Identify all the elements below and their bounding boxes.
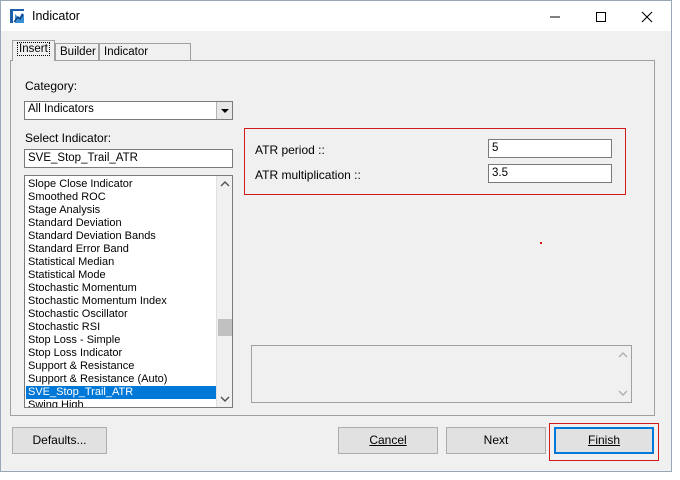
list-item[interactable]: Smoothed ROC: [26, 191, 217, 204]
indicator-list-scrollbar[interactable]: [216, 176, 232, 407]
select-indicator-input[interactable]: SVE_Stop_Trail_ATR: [24, 149, 233, 168]
app-icon: [9, 8, 25, 24]
list-item[interactable]: Standard Error Band: [26, 243, 217, 256]
maximize-icon: [596, 12, 606, 22]
tab-builder-label: Builder: [60, 46, 96, 58]
category-label: Category:: [25, 79, 78, 93]
indicator-list[interactable]: Slope Close Indicator Smoothed ROC Stage…: [24, 175, 233, 408]
list-item[interactable]: Stop Loss - Simple: [26, 334, 217, 347]
minimize-button[interactable]: [532, 1, 578, 31]
atr-multiplication-value: 3.5: [492, 167, 508, 179]
chevron-up-icon[interactable]: [220, 180, 230, 188]
tab-indicator-toolbar[interactable]: Indicator Toolbar: [99, 43, 191, 74]
list-item[interactable]: Support & Resistance (Auto): [26, 373, 217, 386]
minimize-icon: [550, 16, 560, 18]
atr-period-input[interactable]: 5: [488, 139, 612, 158]
list-item[interactable]: Stochastic RSI: [26, 321, 217, 334]
cancel-button[interactable]: Cancel: [338, 427, 438, 454]
chevron-down-icon[interactable]: [220, 395, 230, 403]
atr-multiplication-input[interactable]: 3.5: [488, 164, 612, 183]
list-item[interactable]: Standard Deviation: [26, 217, 217, 230]
list-item[interactable]: Standard Deviation Bands: [26, 230, 217, 243]
list-item[interactable]: Statistical Median: [26, 256, 217, 269]
description-scrollbar[interactable]: [615, 346, 631, 402]
atr-period-value: 5: [492, 142, 499, 154]
marker-dot: [540, 242, 542, 244]
description-box[interactable]: [251, 345, 632, 403]
close-icon: [641, 11, 653, 23]
chevron-down-icon[interactable]: [618, 389, 628, 397]
tab-builder[interactable]: Builder: [55, 43, 99, 61]
indicator-dialog: Indicator Insert Builder Indicator Toolb…: [0, 0, 672, 472]
title-bar[interactable]: Indicator: [1, 1, 671, 31]
finish-button[interactable]: Finish: [554, 427, 654, 454]
atr-multiplication-label: ATR multiplication ::: [255, 168, 361, 182]
select-indicator-label: Select Indicator:: [25, 131, 112, 145]
scroll-thumb[interactable]: [218, 319, 232, 336]
close-button[interactable]: [624, 1, 670, 31]
finish-button-label: Finish: [587, 433, 620, 447]
list-item[interactable]: Stage Analysis: [26, 204, 217, 217]
list-item-selected[interactable]: SVE_Stop_Trail_ATR: [26, 386, 217, 399]
list-item[interactable]: Stochastic Oscillator: [26, 308, 217, 321]
category-select[interactable]: All Indicators: [24, 101, 233, 120]
list-item[interactable]: Stop Loss Indicator: [26, 347, 217, 360]
list-item[interactable]: Support & Resistance: [26, 360, 217, 373]
list-item[interactable]: Swing High: [26, 399, 217, 407]
list-item[interactable]: Statistical Mode: [26, 269, 217, 282]
atr-period-label: ATR period ::: [255, 143, 325, 157]
list-item[interactable]: Stochastic Momentum Index: [26, 295, 217, 308]
chevron-down-icon[interactable]: [216, 102, 232, 119]
chevron-up-icon[interactable]: [618, 351, 628, 359]
window-title: Indicator: [32, 9, 80, 23]
list-item[interactable]: Stochastic Momentum: [26, 282, 217, 295]
list-item[interactable]: Slope Close Indicator: [26, 178, 217, 191]
category-value: All Indicators: [28, 103, 94, 115]
select-indicator-value: SVE_Stop_Trail_ATR: [28, 152, 138, 164]
maximize-button[interactable]: [578, 1, 624, 31]
next-button[interactable]: Next: [446, 427, 546, 454]
defaults-button[interactable]: Defaults...: [12, 427, 107, 454]
tab-insert[interactable]: Insert: [12, 40, 55, 61]
tab-insert-label: Insert: [17, 42, 50, 56]
cancel-button-label: Cancel: [369, 433, 407, 447]
